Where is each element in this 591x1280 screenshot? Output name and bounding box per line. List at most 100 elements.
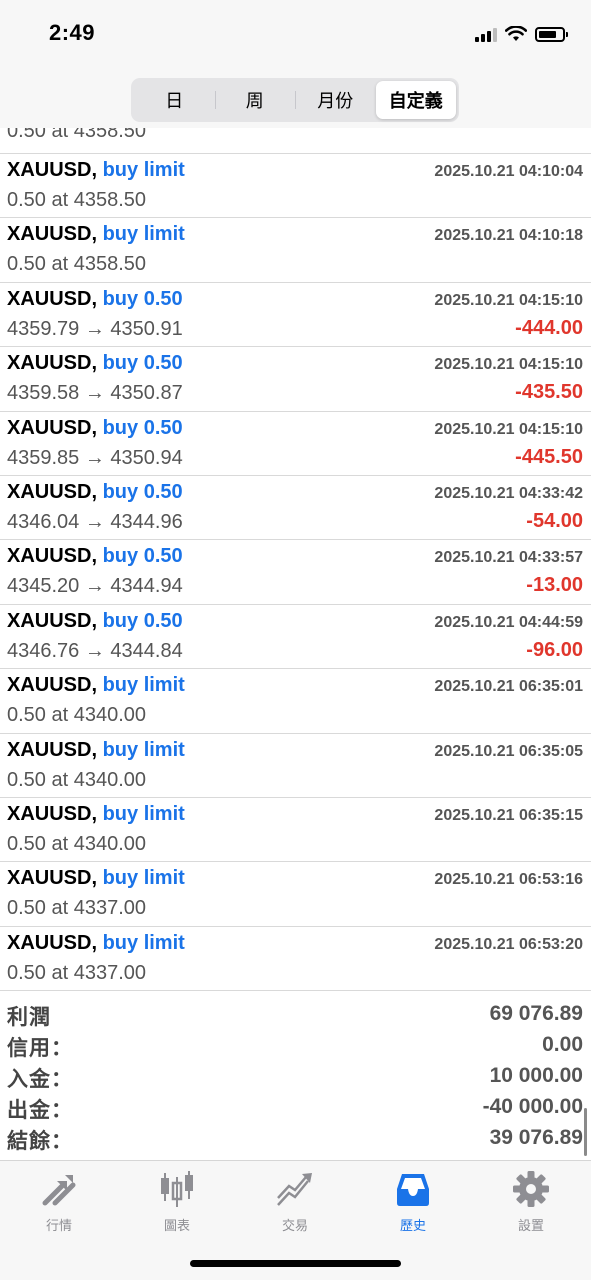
- list-item[interactable]: XAUUSD, buy 0.50 2025.10.21 04:15:10 4359.…: [0, 412, 591, 476]
- order-time: 2025.10.21 04:44:59: [434, 613, 583, 631]
- order-type: buy limit: [102, 159, 185, 181]
- cellular-signal-icon: [475, 27, 497, 42]
- order-title: XAUUSD, buy 0.50: [7, 288, 183, 311]
- order-title: XAUUSD, buy 0.50: [7, 417, 183, 440]
- order-title: XAUUSD, buy 0.50: [7, 481, 183, 504]
- period-tab-month[interactable]: 月份: [295, 81, 376, 119]
- tab-charts[interactable]: 圖表: [118, 1169, 236, 1235]
- summary-row: 入金： 10 000.00: [0, 1062, 591, 1093]
- order-profit: -435.50: [515, 381, 583, 404]
- tab-history[interactable]: 歷史: [354, 1169, 472, 1235]
- period-segmented-control: 日 周 月份 自定義: [131, 78, 459, 122]
- order-type: buy 0.50: [102, 480, 183, 503]
- account-summary: 利潤 69 076.89 信用： 0.00 入金： 10 000.00 出金： -40 000…: [0, 1000, 591, 1160]
- order-time: 2025.10.21 04:15:10: [434, 420, 583, 438]
- order-type: buy limit: [102, 223, 185, 246]
- order-detail: 4359.85 → 4350.94: [7, 446, 183, 469]
- trade-trend-icon: [277, 1173, 312, 1206]
- order-type: buy limit: [102, 674, 185, 697]
- list-item[interactable]: XAUUSD, buy limit 2025.10.21 06:35:01 0.50…: [0, 669, 591, 734]
- summary-row: 結餘： 39 076.89: [0, 1124, 591, 1155]
- order-detail: 4346.04 → 4344.96: [7, 510, 183, 533]
- order-symbol: XAUUSD,: [7, 159, 98, 181]
- order-detail: 4345.20 → 4344.94: [7, 575, 183, 598]
- summary-row: 信用： 0.00: [0, 1031, 591, 1062]
- order-time: 2025.10.21 06:35:01: [434, 678, 583, 696]
- list-item[interactable]: XAUUSD, buy 0.50 2025.10.21 04:44:59 4346.…: [0, 605, 591, 670]
- order-title: XAUUSD, buy limit: [7, 932, 185, 955]
- tab-label: 交易: [281, 1218, 308, 1233]
- summary-value: 69 076.89: [489, 1002, 583, 1025]
- order-time: 2025.10.21 04:10:18: [434, 227, 583, 245]
- battery-icon: [535, 26, 568, 42]
- summary-label: 利潤: [7, 1006, 51, 1029]
- order-symbol: XAUUSD,: [7, 609, 98, 632]
- list-item[interactable]: XAUUSD, buy 0.50 2025.10.21 04:33:42 4346.…: [0, 476, 591, 541]
- order-symbol: XAUUSD,: [7, 674, 98, 697]
- list-item[interactable]: XAUUSD, buy limit 2025.10.21 06:53:16 0.50…: [0, 862, 591, 927]
- order-symbol: XAUUSD,: [7, 480, 98, 503]
- order-detail: 4359.79 → 4350.91: [7, 317, 183, 340]
- order-symbol: XAUUSD,: [7, 287, 98, 310]
- list-item[interactable]: XAUUSD, buy limit 2025.10.21 04:10:04 0.50…: [0, 154, 591, 219]
- order-title: XAUUSD, buy 0.50: [7, 352, 183, 375]
- order-time: 2025.10.21 04:15:10: [434, 356, 583, 374]
- summary-value: 10 000.00: [489, 1064, 583, 1087]
- order-time: 2025.10.21 04:15:10: [434, 291, 583, 309]
- order-type: buy 0.50: [102, 287, 183, 310]
- order-profit: -445.50: [515, 445, 583, 468]
- order-profit: -54.00: [526, 509, 583, 532]
- summary-row: 出金： -40 000.00: [0, 1093, 591, 1124]
- list-item[interactable]: XAUUSD, buy limit 2025.10.21 06:35:15 0.50…: [0, 798, 591, 863]
- summary-label: 出金：: [7, 1099, 73, 1122]
- candlestick-chart-icon: [161, 1171, 193, 1207]
- period-tab-week[interactable]: 周: [214, 81, 296, 119]
- order-type: buy limit: [102, 802, 185, 825]
- list-item[interactable]: XAUUSD, buy limit 2025.10.21 06:35:05 0.50…: [0, 734, 591, 798]
- order-profit: -444.00: [515, 316, 583, 339]
- order-detail: 0.50 at 4358.50: [7, 253, 147, 276]
- period-tab-day[interactable]: 日: [134, 81, 215, 119]
- order-type: buy limit: [102, 931, 185, 954]
- order-type: buy 0.50: [102, 352, 183, 375]
- summary-label: 信用：: [7, 1037, 73, 1060]
- order-title: XAUUSD, buy 0.50: [7, 610, 183, 633]
- quotes-arrows-icon: [42, 1175, 76, 1206]
- tab-label: 歷史: [399, 1218, 426, 1233]
- order-type: buy 0.50: [102, 545, 183, 568]
- order-symbol: XAUUSD,: [7, 352, 98, 375]
- summary-value: 39 076.89: [489, 1126, 583, 1149]
- order-detail: 4359.58 → 4350.87: [7, 382, 183, 405]
- order-title: XAUUSD, buy limit: [7, 223, 185, 246]
- wifi-icon: [505, 26, 527, 41]
- history-header: 日 周 月份 自定義: [0, 70, 591, 128]
- list-item[interactable]: XAUUSD, buy limit 2025.10.21 06:53:20 0.50…: [0, 927, 591, 992]
- order-type: buy 0.50: [102, 609, 183, 632]
- list-item[interactable]: XAUUSD, buy 0.50 2025.10.21 04:33:57 4345.…: [0, 540, 591, 605]
- order-time: 2025.10.21 06:53:20: [434, 935, 583, 953]
- home-indicator[interactable]: [190, 1260, 401, 1267]
- tab-settings[interactable]: 設置: [472, 1169, 590, 1235]
- order-time: 2025.10.21 06:35:15: [434, 806, 583, 824]
- scroll-indicator[interactable]: [584, 1108, 587, 1156]
- list-item[interactable]: XAUUSD, buy limit 2025.10.21 04:10:18 0.50…: [0, 218, 591, 283]
- order-type: buy limit: [102, 738, 185, 761]
- order-symbol: XAUUSD,: [7, 867, 98, 890]
- tab-label: 設置: [517, 1218, 544, 1233]
- period-tab-custom[interactable]: 自定義: [375, 81, 456, 119]
- list-item[interactable]: XAUUSD, buy 0.50 2025.10.21 04:15:10 4359.…: [0, 283, 591, 348]
- order-symbol: XAUUSD,: [7, 931, 98, 954]
- order-title: XAUUSD, buy 0.50: [7, 545, 183, 568]
- tab-quotes[interactable]: 行情: [0, 1169, 118, 1235]
- summary-label: 入金：: [7, 1068, 73, 1091]
- tab-trade[interactable]: 交易: [236, 1169, 354, 1235]
- order-profit: -13.00: [526, 574, 583, 597]
- order-symbol: XAUUSD,: [7, 545, 98, 568]
- summary-value: 0.00: [542, 1033, 583, 1056]
- order-title: XAUUSD, buy limit: [7, 674, 185, 697]
- list-item[interactable]: XAUUSD, buy 0.50 2025.10.21 04:15:10 4359.…: [0, 347, 591, 412]
- order-symbol: XAUUSD,: [7, 223, 98, 246]
- list-item-partial[interactable]: 0.50 at 4358.50: [0, 128, 591, 154]
- status-bar: 2:49: [0, 0, 591, 70]
- order-detail: 0.50 at 4337.00: [7, 961, 147, 984]
